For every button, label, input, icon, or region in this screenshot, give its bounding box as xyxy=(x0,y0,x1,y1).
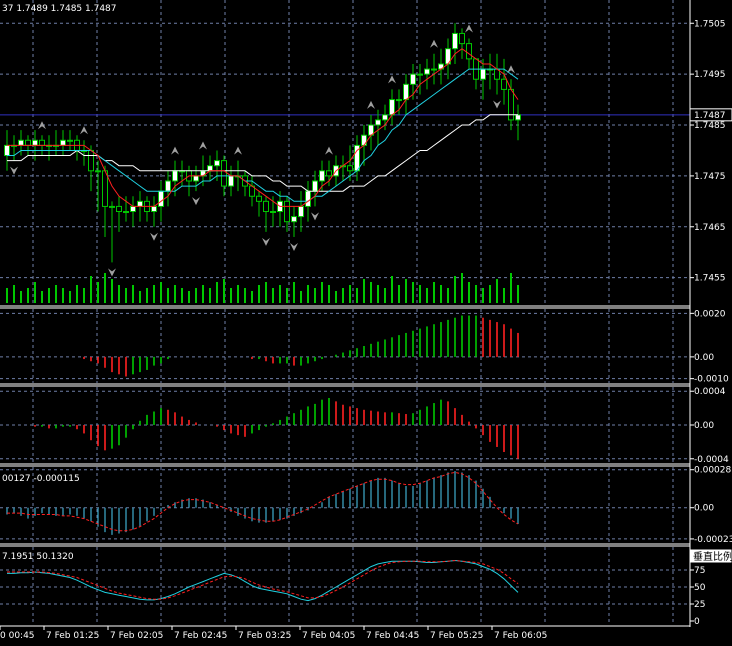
axis-tick-label: 0.0020 xyxy=(694,309,726,319)
time-tick-label: 7 Feb 02:45 xyxy=(174,631,227,641)
time-tick-label: 7 Feb 02:05 xyxy=(110,631,163,641)
vertical-scale-tag[interactable]: 垂直比例 xyxy=(689,548,732,564)
candle-body xyxy=(263,200,269,213)
time-tick-label: 7 Feb 06:05 xyxy=(494,631,547,641)
stochastic-header: 7.1951 50.1320 xyxy=(2,552,74,562)
candle-body xyxy=(172,170,178,182)
candle-body xyxy=(228,175,234,187)
candle-body xyxy=(18,139,24,146)
candle-body xyxy=(25,139,31,146)
candle-body xyxy=(389,99,395,116)
axis-tick-label: 50 xyxy=(694,583,706,593)
candle-body xyxy=(424,68,430,75)
candle-body xyxy=(123,211,129,214)
axis-tick-label: 0.00 xyxy=(694,421,714,431)
axis-tick-label: -0.00023 xyxy=(694,535,732,545)
candle-body xyxy=(193,175,199,182)
axis-tick-label: 1.7495 xyxy=(694,70,726,80)
axis-tick-label: 75 xyxy=(694,566,705,576)
candle-body xyxy=(95,170,101,173)
candle-body xyxy=(221,160,227,187)
axis-tick-label: 1.7475 xyxy=(694,172,726,182)
candle-body xyxy=(375,119,381,126)
axis-tick-label: 0.00028 xyxy=(694,466,731,476)
candle-body xyxy=(284,200,290,223)
candle-body xyxy=(88,149,94,172)
price-header: 37 1.7489 1.7485 1.7487 xyxy=(2,4,117,14)
time-tick-label: 7 Feb 03:25 xyxy=(238,631,291,641)
time-tick-label: 7 Feb 04:45 xyxy=(366,631,419,641)
candle-body xyxy=(214,160,220,167)
candle-body xyxy=(165,180,171,192)
axis-tick-label: 1.7465 xyxy=(694,223,726,233)
candle-body xyxy=(417,73,423,76)
macd-header: 00127 -0.000115 xyxy=(2,474,80,484)
chart-background xyxy=(0,0,732,646)
candle-body xyxy=(326,170,332,177)
candle-body xyxy=(298,205,304,218)
candle-body xyxy=(130,205,136,213)
candle-body xyxy=(403,83,409,101)
candle-body xyxy=(410,73,416,85)
axis-tick-label: 0 xyxy=(694,617,700,627)
candle-body xyxy=(151,205,157,213)
trading-chart[interactable]: 37 1.7489 1.7485 1.7487 1.7505 1.7495 1.74… xyxy=(0,0,732,646)
axis-tick-label: 0.00 xyxy=(694,504,714,514)
axis-tick-label: -0.0004 xyxy=(694,455,729,465)
candle-body xyxy=(270,211,276,214)
candle-body xyxy=(452,32,458,50)
axis-tick-label: 1.7485 xyxy=(694,121,726,131)
candle-body xyxy=(60,139,66,146)
candle-body xyxy=(382,114,388,121)
candle-body xyxy=(109,205,115,208)
candle-body xyxy=(67,139,73,142)
axis-tick-label: 1.7455 xyxy=(694,274,726,284)
candle-body xyxy=(319,170,325,182)
candle-body xyxy=(39,139,45,146)
candle-body xyxy=(32,139,38,146)
axis-tick-label: 1.7505 xyxy=(694,19,726,29)
candle-body xyxy=(361,134,367,146)
candle-body xyxy=(158,190,164,207)
candle-body xyxy=(508,88,514,121)
axis-tick-label: 25 xyxy=(694,600,705,610)
candle-body xyxy=(137,200,143,207)
axis-tick-label: -0.0010 xyxy=(694,375,729,385)
candle-body xyxy=(312,180,318,192)
candle-body xyxy=(515,114,521,121)
axis-tick-label: 0.00 xyxy=(694,353,714,363)
candle-body xyxy=(347,165,353,172)
candle-body xyxy=(207,165,213,172)
candle-body xyxy=(116,205,122,213)
candle-body xyxy=(466,43,472,60)
candle-body xyxy=(256,195,262,202)
candle-body xyxy=(396,99,402,102)
vertical-scale-label: 垂直比例 xyxy=(693,550,732,563)
candle-body xyxy=(431,68,437,71)
candle-body xyxy=(501,78,507,90)
candle-body xyxy=(480,68,486,80)
candle-body xyxy=(102,170,108,207)
time-tick-label: 0 00:45 xyxy=(0,631,35,641)
candle-body xyxy=(291,216,297,223)
bid-price-tag: 1.7487 xyxy=(689,108,732,122)
candle-body xyxy=(459,32,465,45)
time-tick-label: 7 Feb 05:25 xyxy=(430,631,483,641)
axis-tick-label: 0.0004 xyxy=(694,387,726,397)
time-tick-label: 7 Feb 04:05 xyxy=(302,631,355,641)
bid-price-label: 1.7487 xyxy=(694,111,726,121)
time-tick-label: 7 Feb 01:25 xyxy=(46,631,99,641)
candle-body xyxy=(305,190,311,207)
candle-body xyxy=(4,144,10,157)
